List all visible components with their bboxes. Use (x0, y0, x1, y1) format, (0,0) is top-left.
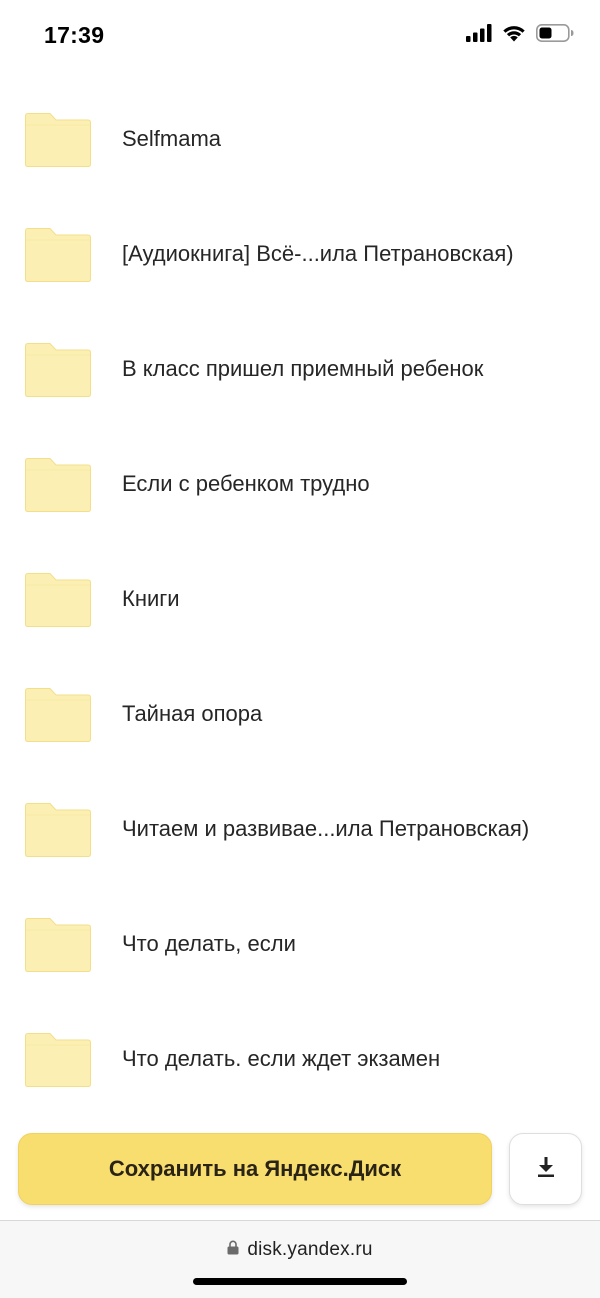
lock-icon (227, 1240, 239, 1260)
status-bar: 17:39 (0, 0, 600, 72)
folder-row[interactable]: Читаем и развивае...ила Петрановская) (0, 770, 600, 885)
folder-name: Книги (122, 586, 180, 611)
folder-row[interactable]: Тайная опора (0, 655, 600, 770)
folder-icon (25, 1033, 91, 1087)
folder-name: Читаем и развивае...ила Петрановская) (122, 816, 530, 841)
wifi-icon (502, 24, 526, 42)
folder-name: В класс пришел приемный ребенок (122, 356, 484, 381)
signal-icon (466, 24, 492, 42)
folder-row[interactable]: Что делать, если (0, 885, 600, 1000)
folder-icon (25, 688, 91, 742)
download-icon (536, 1156, 556, 1183)
folder-row[interactable]: [Аудиокнига] Всё-...ила Петрановская) (0, 195, 600, 310)
status-icons (466, 24, 574, 42)
url-field[interactable]: disk.yandex.ru (0, 1239, 600, 1261)
folder-name: Что делать, если (122, 931, 296, 956)
folder-list: Selfmama [Аудиокнига] Всё-...ила Петранов… (0, 80, 600, 1115)
folder-icon (25, 573, 91, 627)
url-text: disk.yandex.ru (247, 1239, 373, 1260)
folder-row[interactable]: Книги (0, 540, 600, 655)
home-indicator[interactable] (193, 1278, 407, 1285)
folder-name: Тайная опора (122, 701, 263, 726)
folder-row[interactable]: В класс пришел приемный ребенок (0, 310, 600, 425)
folder-icon (25, 918, 91, 972)
save-to-disk-button[interactable]: Сохранить на Яндекс.Диск (18, 1133, 492, 1205)
folder-icon (25, 113, 91, 167)
folder-icon (25, 343, 91, 397)
folder-icon (25, 228, 91, 282)
status-time: 17:39 (44, 22, 105, 48)
folder-row[interactable]: Selfmama (0, 80, 600, 195)
folder-icon (25, 803, 91, 857)
folder-name: [Аудиокнига] Всё-...ила Петрановская) (122, 241, 514, 266)
folder-name: Selfmama (122, 126, 222, 151)
battery-icon (536, 24, 574, 42)
folder-name: Что делать. если ждет экзамен (122, 1046, 441, 1071)
browser-url-bar: disk.yandex.ru (0, 1221, 600, 1298)
folder-row[interactable]: Что делать. если ждет экзамен (0, 1000, 600, 1115)
download-button[interactable] (509, 1133, 582, 1205)
folder-icon (25, 458, 91, 512)
folder-row[interactable]: Если с ребенком трудно (0, 425, 600, 540)
folder-name: Если с ребенком трудно (122, 471, 370, 496)
save-to-disk-label: Сохранить на Яндекс.Диск (108, 1156, 402, 1181)
